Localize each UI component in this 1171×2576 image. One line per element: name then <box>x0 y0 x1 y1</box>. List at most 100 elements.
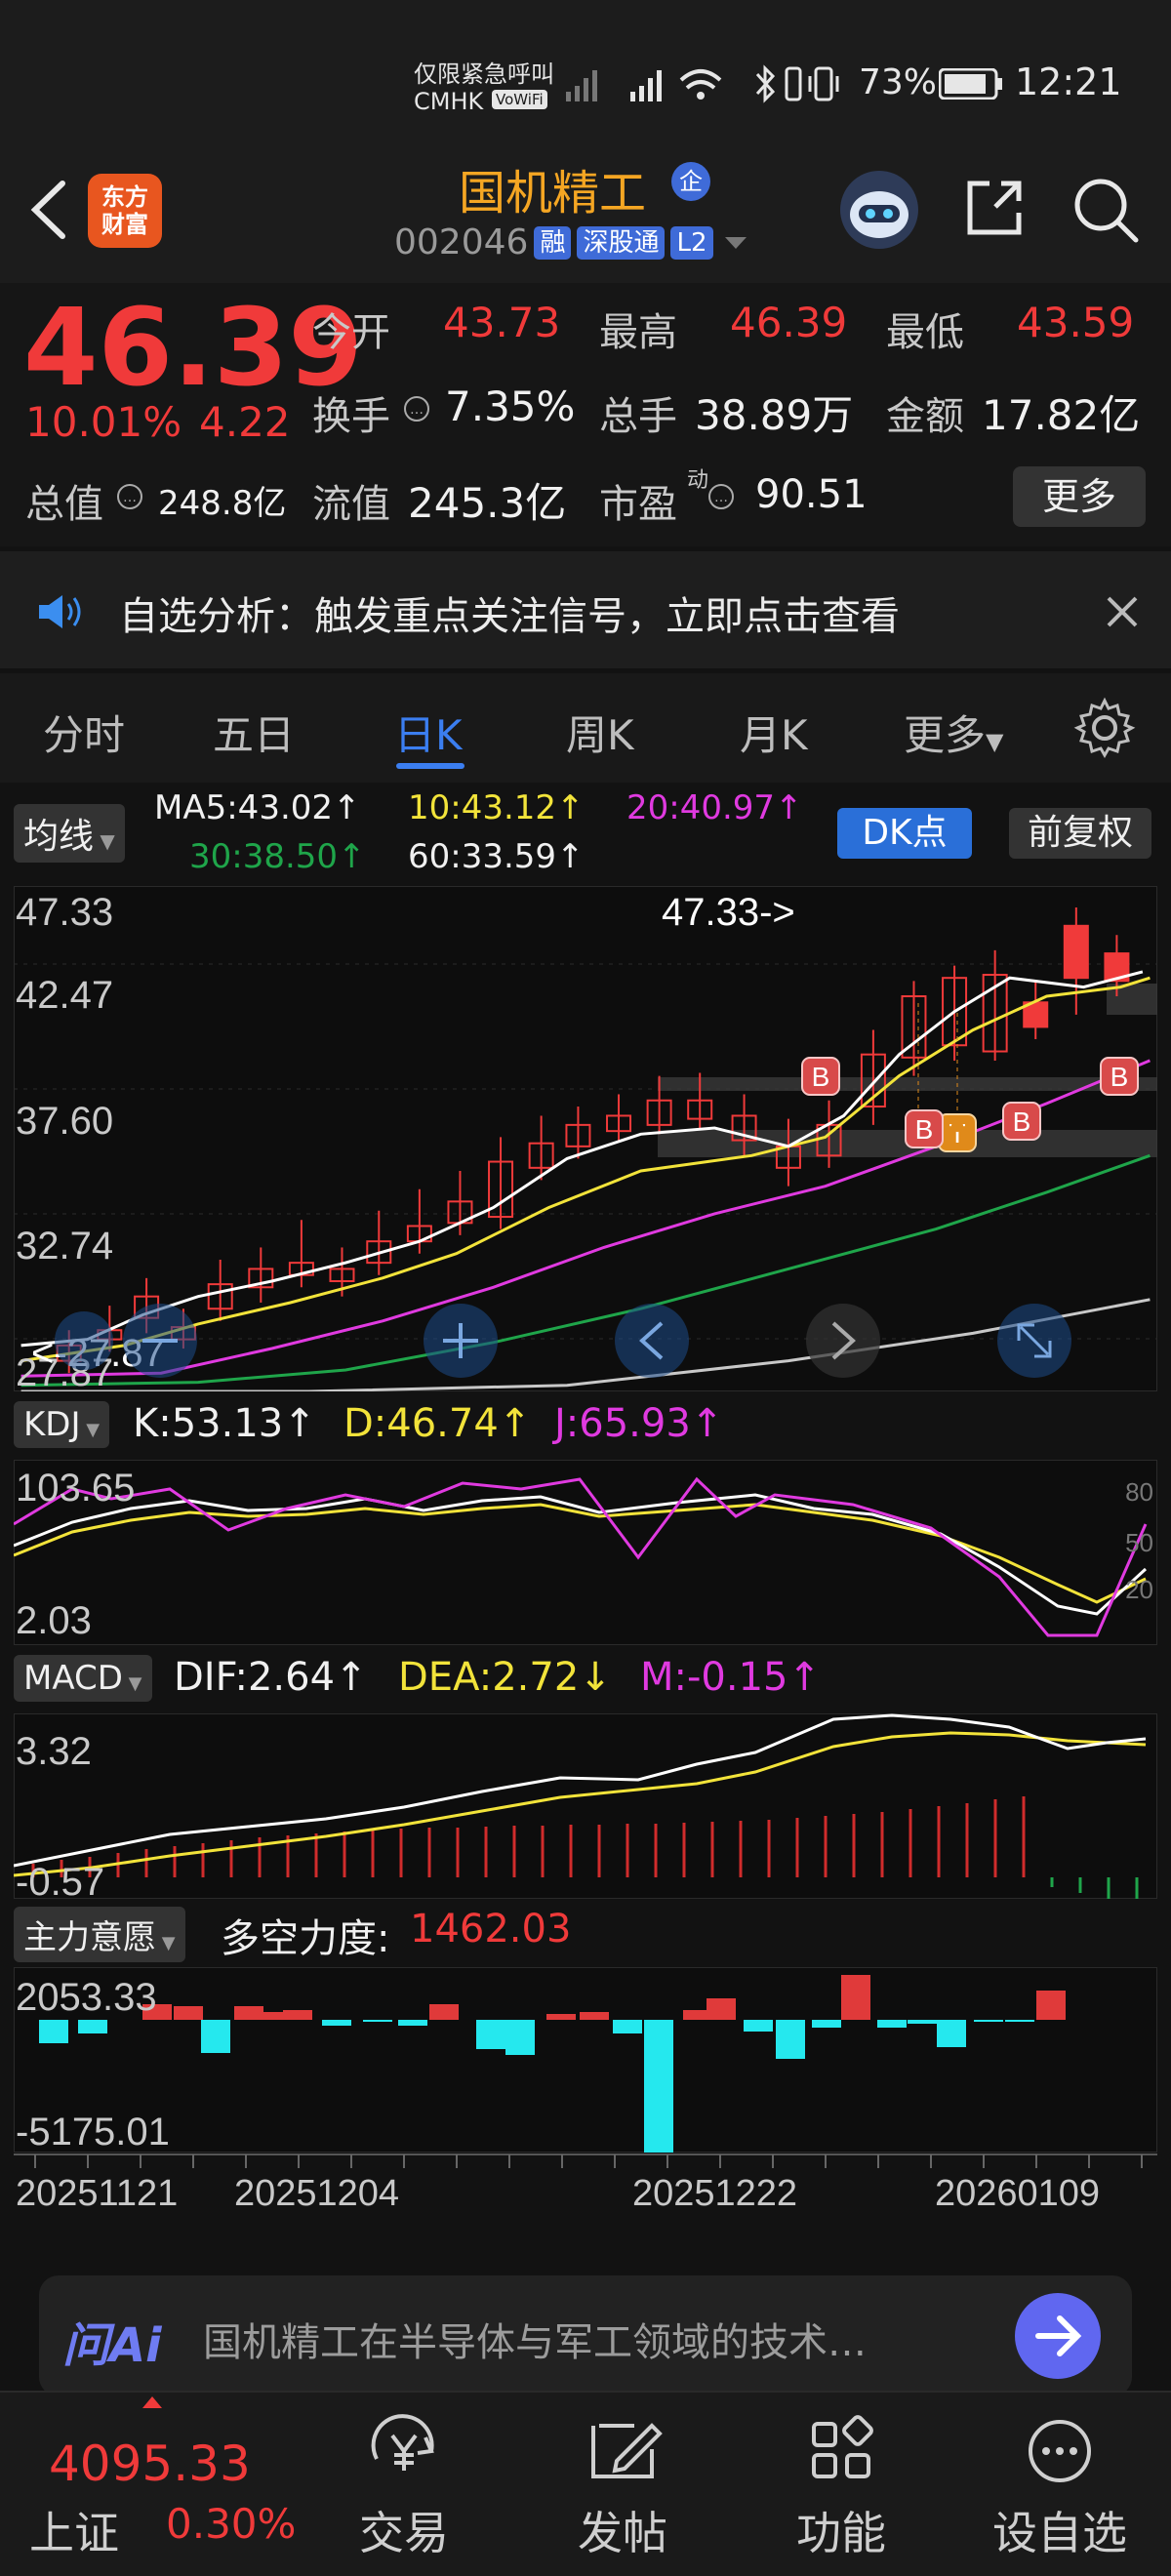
grid-apps-icon <box>812 2415 873 2478</box>
kdj-chart[interactable]: 103.65 2.03 80 50 20 <box>14 1460 1157 1645</box>
tab-more[interactable]: 更多▼ <box>904 703 1003 762</box>
force-bar-negative <box>613 2020 642 2033</box>
force-bar-positive <box>841 1975 870 2020</box>
macd-selector[interactable]: MACD ▼ <box>14 1655 152 1702</box>
tag-margin: 融 <box>534 225 572 260</box>
quote-panel: 46.39 10.01% 4.22 今开 43.73 最高 46.39 最低 4… <box>0 283 1171 546</box>
zoom-in-button[interactable] <box>424 1304 498 1378</box>
force-chart[interactable]: 2053.33 -5175.01 <box>14 1967 1157 2153</box>
zoom-out-button[interactable] <box>123 1304 197 1378</box>
ma20-value: 20:40.97↑ <box>626 788 803 827</box>
force-bar-negative <box>877 2020 907 2028</box>
svg-text:…: … <box>714 490 728 505</box>
force-bar-positive <box>580 2012 609 2020</box>
enterprise-badge: 企 <box>671 162 710 201</box>
nav-trade[interactable]: 交易 <box>316 2391 492 2576</box>
ma10-value: 10:43.12↑ <box>408 788 585 827</box>
open-value: 43.73 <box>443 299 561 346</box>
info-icon[interactable]: … <box>402 394 431 423</box>
float-value: 245.3亿 <box>408 479 567 527</box>
force-bar-positive <box>1036 1991 1066 2020</box>
nav-functions[interactable]: 功能 <box>753 2391 929 2576</box>
svg-text:…: … <box>123 490 137 505</box>
signal-marker[interactable]: B <box>801 1057 840 1096</box>
force-bar-negative <box>744 2020 773 2032</box>
dk-point-button[interactable]: DK点 <box>837 808 972 859</box>
back-arrow-icon[interactable] <box>23 178 72 242</box>
y-tick: 37.60 <box>16 1100 113 1143</box>
more-button[interactable]: 更多 <box>1013 466 1146 527</box>
force-bar-negative <box>363 2020 392 2022</box>
scroll-prev-button[interactable] <box>55 1311 113 1370</box>
svg-text:…: … <box>410 402 424 418</box>
stock-code-row[interactable]: 002046 融 深股通 L2 <box>394 222 750 262</box>
turnover-value: 7.35% <box>445 382 576 430</box>
kdj-j-value: J:65.93↑ <box>554 1401 724 1446</box>
ask-send-button[interactable] <box>1013 2291 1103 2381</box>
candle-body <box>1063 924 1089 980</box>
low-value: 43.59 <box>1017 299 1135 346</box>
tab-daily-k[interactable]: 日K <box>394 703 463 762</box>
price-adjust-button[interactable]: 前复权 <box>1009 808 1151 859</box>
share-icon[interactable] <box>962 176 1027 240</box>
app-logo: 东方 财富 <box>88 174 162 248</box>
date-label: 20251222 <box>632 2173 797 2214</box>
carrier-text: CMHK <box>414 88 484 115</box>
open-label: 今开 <box>312 310 390 355</box>
nav-post[interactable]: 发帖 <box>535 2391 710 2576</box>
more-dots-icon <box>1029 2420 1091 2482</box>
turnover-label: 换手 <box>312 394 390 439</box>
tab-intraday[interactable]: 分时 <box>43 703 125 762</box>
ma-selector[interactable]: 均线 ▼ <box>14 804 125 863</box>
force-bar-negative <box>78 2020 107 2033</box>
amount-value: 17.82亿 <box>982 391 1141 439</box>
gear-icon[interactable] <box>1073 697 1136 759</box>
tab-weekly-k[interactable]: 周K <box>566 703 634 762</box>
kdj-level: 80 <box>1125 1477 1153 1507</box>
search-icon[interactable] <box>1071 176 1140 244</box>
amount-label: 金额 <box>886 394 964 439</box>
ask-ai-bar[interactable]: 问Ai 国机精工在半导体与军工领域的技术… <box>39 2275 1132 2396</box>
signal-marker[interactable]: B <box>1002 1102 1041 1141</box>
ma-legend-bar: 均线 ▼ MA5:43.02↑ 10:43.12↑ 20:40.97↑ 30:3… <box>0 788 1171 886</box>
signal-marker[interactable]: B <box>1100 1057 1139 1096</box>
change-percent: 10.01% <box>25 398 182 446</box>
active-tab-indicator <box>396 763 464 769</box>
force-bar-positive <box>283 2010 312 2020</box>
macd-chart[interactable]: 3.32 -0.57 <box>14 1713 1157 1899</box>
force-bar-negative <box>812 2020 841 2028</box>
stock-header: 东方 财富 国机精工 企 002046 融 深股通 L2 <box>0 146 1171 283</box>
date-ticks-group <box>34 2154 1143 2168</box>
ma30-value: 30:38.50↑ <box>189 837 366 876</box>
signal-marker[interactable]: T <box>938 1113 977 1152</box>
macd-dif-value: DIF:2.64↑ <box>174 1655 368 1700</box>
force-bar-negative <box>776 2020 805 2059</box>
caret-down-icon: ▼ <box>94 829 115 853</box>
robot-assistant-icon[interactable] <box>837 168 921 252</box>
index-ticker[interactable]: 4095.33 上证 0.30% <box>0 2391 312 2576</box>
notice-banner[interactable]: 自选分析：触发重点关注信号，立即点击查看 <box>0 551 1171 668</box>
kline-chart[interactable]: 47.33 42.47 37.60 32.74 27.87 47.33-> <-… <box>14 886 1157 1391</box>
y-tick: 42.47 <box>16 974 113 1017</box>
pe-label: 市盈 <box>599 482 677 527</box>
close-icon[interactable] <box>1105 594 1140 629</box>
scroll-left-button[interactable] <box>615 1304 689 1378</box>
force-label: 多空力度: <box>221 1916 390 1961</box>
force-selector[interactable]: 主力意愿 ▼ <box>14 1907 185 1962</box>
y-tick: 32.74 <box>16 1225 113 1268</box>
svg-text:B: B <box>812 1062 830 1092</box>
nav-add-watchlist[interactable]: 设自选 <box>972 2391 1148 2576</box>
scroll-right-button[interactable] <box>806 1304 880 1378</box>
pe-superscript: 动 <box>687 468 709 493</box>
signal-marker[interactable]: B <box>905 1109 944 1148</box>
ask-ai-prompt: 国机精工在半导体与军工领域的技术… <box>203 2320 867 2365</box>
info-icon[interactable]: … <box>707 482 736 511</box>
force-bar-negative <box>201 2020 230 2053</box>
kdj-selector[interactable]: KDJ ▼ <box>14 1401 110 1448</box>
tab-monthly-k[interactable]: 月K <box>740 703 808 762</box>
macd-m-value: M:-0.15↑ <box>640 1655 821 1700</box>
info-icon[interactable]: … <box>115 482 144 511</box>
tab-five-day[interactable]: 五日 <box>213 703 295 762</box>
fullscreen-button[interactable] <box>997 1304 1071 1378</box>
caret-down-icon: ▼ <box>80 1420 101 1440</box>
